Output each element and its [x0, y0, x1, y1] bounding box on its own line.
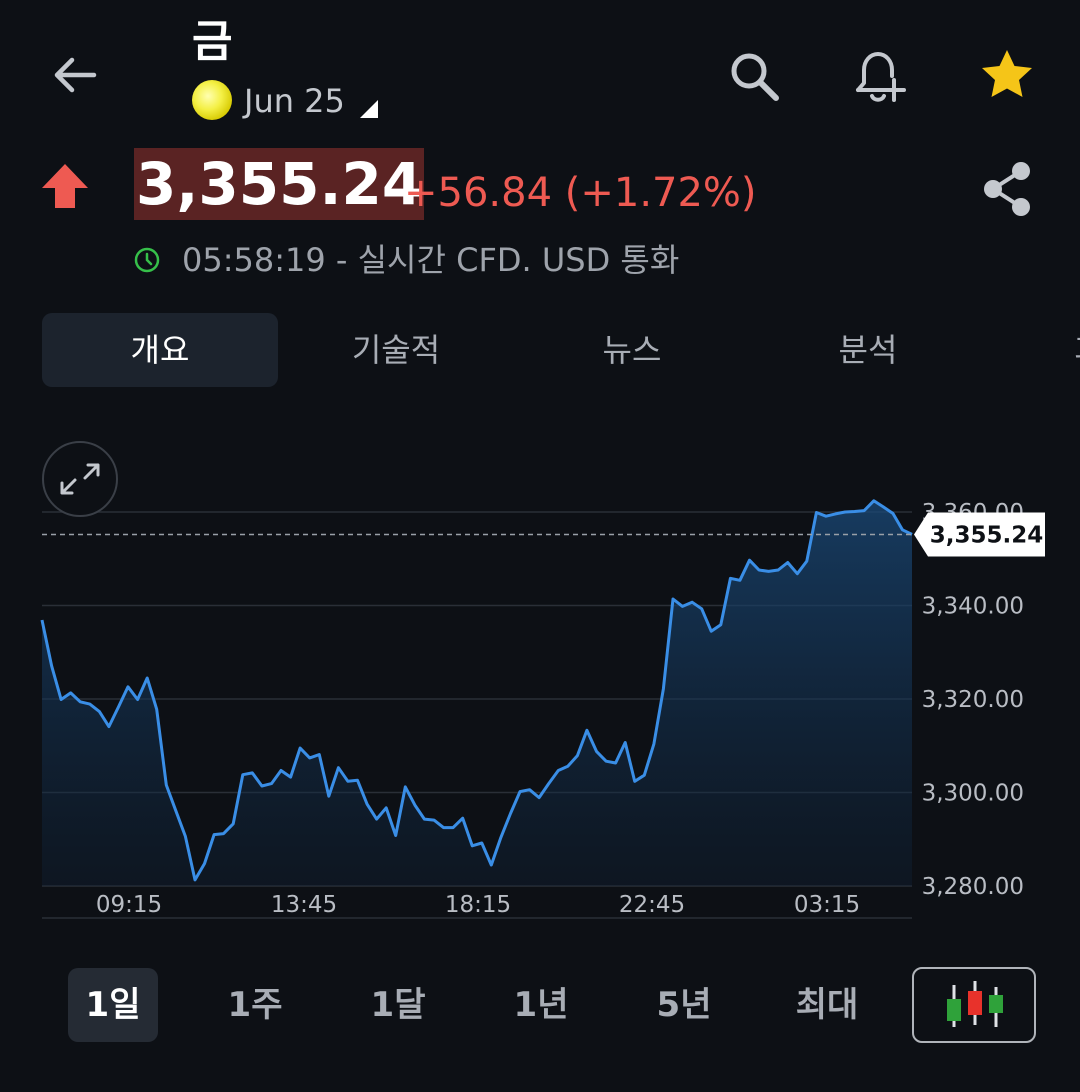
- tab-analysis[interactable]: 분석: [750, 313, 986, 387]
- price-chart[interactable]: 3,360.003,340.003,320.003,300.003,280.00…: [0, 420, 1080, 930]
- clock-icon: [134, 247, 160, 273]
- candlestick-toggle-button[interactable]: [912, 967, 1036, 1043]
- last-price-tag: 3,355.24: [914, 512, 1045, 557]
- tab-overview[interactable]: 개요: [42, 313, 278, 387]
- tab-technical[interactable]: 기술적: [278, 313, 514, 387]
- y-tick-label: 3,320.00: [922, 687, 1024, 713]
- tab-history[interactable]: 과거: [986, 313, 1080, 387]
- last-price: 3,355.24: [134, 148, 425, 220]
- tab-news[interactable]: 뉴스: [514, 313, 750, 387]
- price-up-arrow-icon: [42, 164, 88, 208]
- last-price-tag-label: 3,355.24: [930, 522, 1044, 548]
- y-tick-label: 3,280.00: [922, 874, 1024, 900]
- dropdown-triangle-icon[interactable]: [360, 100, 378, 118]
- instrument-title: 금: [192, 16, 233, 67]
- contract-selector[interactable]: Jun 25: [244, 80, 345, 122]
- expand-icon: [60, 463, 100, 495]
- share-icon[interactable]: [980, 160, 1034, 218]
- x-tick-label: 13:45: [271, 892, 337, 918]
- range-1w[interactable]: 1주: [210, 968, 300, 1042]
- x-tick-label: 03:15: [794, 892, 860, 918]
- y-tick-label: 3,340.00: [922, 594, 1024, 620]
- price-area: [42, 500, 912, 886]
- price-change: +56.84 (+1.72%): [404, 170, 757, 216]
- expand-chart-button[interactable]: [42, 441, 118, 517]
- realtime-info: 05:58:19 - 실시간 CFD. USD 통화: [182, 241, 680, 279]
- search-icon[interactable]: [726, 48, 782, 104]
- candlestick-icon: [947, 981, 1003, 1027]
- x-tick-label: 18:15: [445, 892, 511, 918]
- range-max[interactable]: 최대: [782, 968, 872, 1042]
- range-1m[interactable]: 1달: [353, 968, 443, 1042]
- add-alert-bell-icon[interactable]: [850, 46, 910, 106]
- gold-coin-icon: [192, 80, 232, 120]
- favorite-star-icon[interactable]: [978, 46, 1036, 104]
- back-arrow-icon[interactable]: [50, 50, 100, 100]
- y-tick-label: 3,300.00: [922, 781, 1024, 807]
- range-1y[interactable]: 1년: [496, 968, 586, 1042]
- range-1d[interactable]: 1일: [68, 968, 158, 1042]
- x-tick-label: 09:15: [96, 892, 162, 918]
- range-5y[interactable]: 5년: [639, 968, 729, 1042]
- x-tick-label: 22:45: [619, 892, 685, 918]
